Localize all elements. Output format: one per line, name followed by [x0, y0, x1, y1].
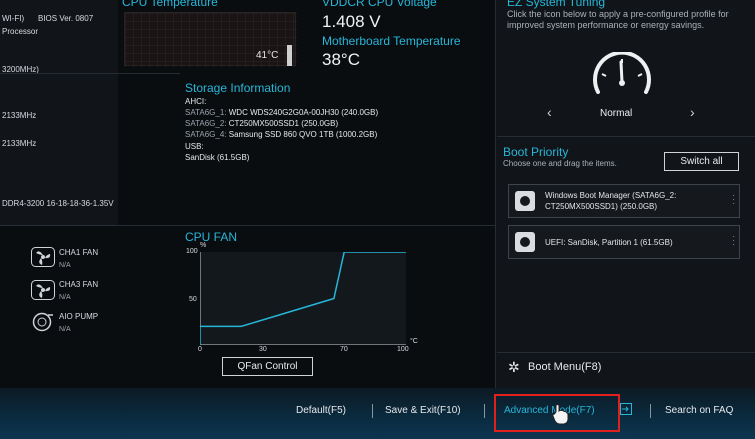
- fan-name: CHA1 FAN: [59, 248, 99, 257]
- qfan-control-button[interactable]: QFan Control: [222, 357, 313, 376]
- switch-all-button[interactable]: Switch all: [664, 152, 739, 171]
- fan-value: N/A: [59, 326, 71, 333]
- sata-device: Samsung SSD 860 QVO 1TB (1000.2GB): [228, 130, 378, 139]
- ahci-label: AHCI:: [185, 97, 207, 106]
- mb-temp-title: Motherboard Temperature: [322, 34, 461, 48]
- processor-label: Processor: [2, 27, 39, 36]
- dram-a-speed: 2133MHz: [2, 111, 37, 120]
- boot-priority-subtitle: Choose one and drag the items.: [503, 159, 617, 168]
- fan-value: N/A: [59, 262, 71, 269]
- chart-plot-area: [200, 252, 406, 345]
- x-tick-label: 0: [198, 346, 202, 353]
- search-faq-button[interactable]: Search on FAQ: [665, 405, 733, 416]
- speedometer-icon[interactable]: [590, 50, 654, 101]
- disk-icon: [515, 191, 535, 211]
- fan-value: N/A: [59, 294, 71, 301]
- fan-name: AIO PUMP: [59, 312, 99, 321]
- sata-row: SATA6G_1: WDC WDS240G2G0A-00JH30 (240.0G…: [185, 108, 378, 117]
- divider: [497, 352, 755, 353]
- wifi-text: WI-FI): [2, 14, 25, 23]
- footer-separator: [484, 404, 485, 418]
- boot-item-line1: UEFI: SanDisk, Partition 1 (61.5GB): [545, 237, 673, 247]
- usb-device: SanDisk (61.5GB): [185, 153, 250, 162]
- prev-mode-button[interactable]: ‹: [547, 104, 552, 120]
- boot-item-line1: Windows Boot Manager (SATA6G_2:: [545, 191, 677, 200]
- storage-title: Storage Information: [185, 81, 291, 95]
- x-unit: °C: [410, 338, 418, 345]
- divider: [0, 225, 495, 226]
- usb-label: USB:: [185, 142, 204, 151]
- advanced-mode-button[interactable]: Advanced Mode(F7): [504, 405, 595, 416]
- y-tick-label: 50: [189, 296, 197, 303]
- voltage-value: 1.408 V: [322, 12, 381, 31]
- mb-temp-value: 38°C: [322, 50, 360, 69]
- boot-item-line2: CT250MX500SSD1) (250.0GB): [545, 202, 658, 211]
- y-tick-label: 100: [186, 248, 198, 255]
- drag-handle-icon[interactable]: · · ·: [732, 233, 735, 249]
- footer-separator: [372, 404, 373, 418]
- dram-b-speed: 2133MHz: [2, 139, 37, 148]
- disk-icon: [515, 232, 535, 252]
- save-exit-button[interactable]: Save & Exit(F10): [385, 405, 461, 416]
- boot-item[interactable]: UEFI: SanDisk, Partition 1 (61.5GB) · · ·: [508, 225, 740, 259]
- x-tick-label: 70: [340, 346, 348, 353]
- sata-port: SATA6G_4:: [185, 130, 227, 139]
- cpu-fan-curve-chart[interactable]: [200, 252, 406, 345]
- bios-version: BIOS Ver. 0807: [38, 14, 94, 23]
- divider: [497, 136, 755, 137]
- tuning-mode: Normal: [600, 108, 633, 119]
- divider: [0, 73, 180, 74]
- boot-menu-button[interactable]: Boot Menu(F8): [528, 361, 601, 373]
- cpu-temp-value: 41°C: [256, 50, 279, 61]
- cpu-fan-title: CPU FAN: [185, 230, 238, 244]
- exit-arrow-icon[interactable]: [620, 403, 632, 415]
- sata-device: WDC WDS240G2G0A-00JH30 (240.0GB): [228, 108, 379, 117]
- cpu-temp-title: CPU Temperature: [122, 0, 218, 9]
- footer-separator: [650, 404, 651, 418]
- ez-tuning-title: EZ System Tuning: [507, 0, 606, 9]
- sata-row: SATA6G_2: CT250MX500SSD1 (250.0GB): [185, 119, 338, 128]
- pump-icon: [31, 312, 55, 332]
- fan-name: CHA3 FAN: [59, 280, 99, 289]
- boot-item[interactable]: Windows Boot Manager (SATA6G_2: CT250MX5…: [508, 184, 740, 218]
- y-unit: %: [200, 242, 207, 249]
- sata-port: SATA6G_1:: [185, 108, 227, 117]
- x-tick-label: 100: [397, 346, 409, 353]
- boot-priority-title: Boot Priority: [503, 145, 569, 159]
- sata-device: CT250MX500SSD1 (250.0GB): [228, 119, 339, 128]
- footer-bar: [0, 388, 755, 439]
- sata-row: SATA6G_4: Samsung SSD 860 QVO 1TB (1000.…: [185, 130, 377, 139]
- sata-port: SATA6G_2:: [185, 119, 227, 128]
- drag-handle-icon[interactable]: · · ·: [732, 192, 735, 208]
- default-button[interactable]: Default(F5): [296, 405, 346, 416]
- x-tick-label: 30: [259, 346, 267, 353]
- mouse-cursor-icon: [552, 403, 570, 430]
- next-mode-button[interactable]: ›: [690, 104, 695, 120]
- fan-icon: [31, 247, 55, 267]
- ez-tuning-description: Click the icon below to apply a pre-conf…: [507, 9, 729, 30]
- voltage-title: VDDCR CPU Voltage: [322, 0, 437, 9]
- xmp-profile: DDR4-3200 16-18-18-36-1.35V: [2, 199, 114, 208]
- boot-menu-icon: ✲: [508, 359, 520, 375]
- fan-icon: [31, 280, 55, 300]
